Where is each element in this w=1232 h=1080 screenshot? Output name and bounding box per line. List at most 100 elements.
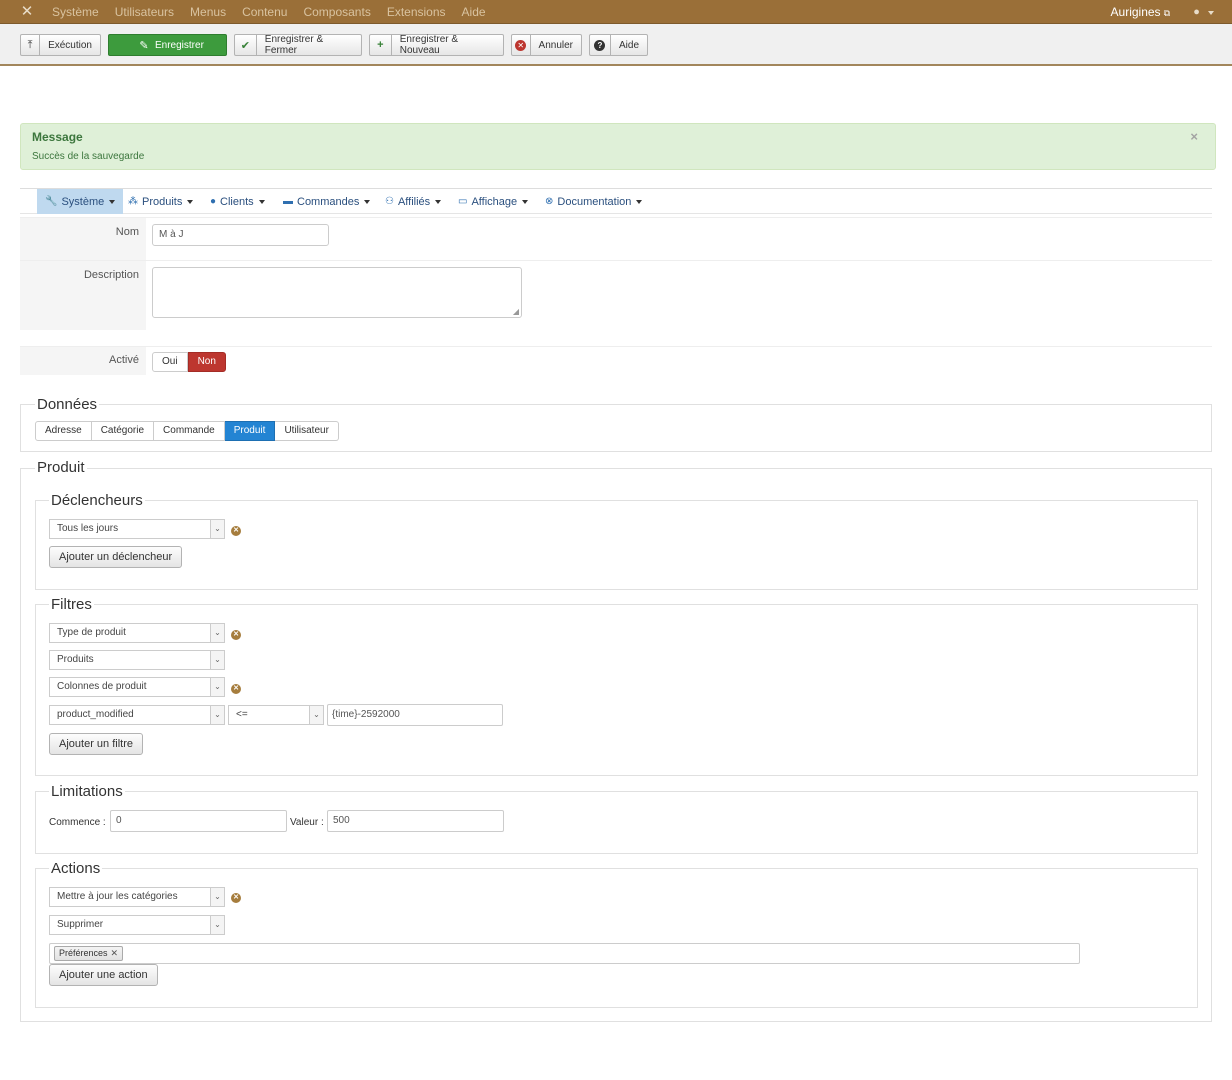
tab-address[interactable]: Adresse xyxy=(35,421,92,441)
chevron-down-icon xyxy=(258,199,265,204)
menu-help[interactable]: Aide xyxy=(462,0,486,24)
close-icon[interactable]: × xyxy=(1190,129,1198,144)
chevron-down-icon xyxy=(1208,11,1214,15)
start-input[interactable]: 0 xyxy=(110,810,287,832)
user-icon: ● xyxy=(210,196,217,207)
menu-menus[interactable]: Menus xyxy=(190,0,226,24)
active-yes-button[interactable]: Oui xyxy=(152,352,188,372)
triggers-fieldset xyxy=(35,500,1198,590)
tab-user[interactable]: Utilisateur xyxy=(275,421,339,441)
menu-content[interactable]: Contenu xyxy=(242,0,287,24)
menu-extensions[interactable]: Extensions xyxy=(387,0,446,24)
wrench-icon: 🔧 xyxy=(45,196,58,207)
chevron-down-icon xyxy=(435,199,442,204)
save-button[interactable]: ✎ Enregistrer xyxy=(108,34,227,56)
component-menu-orders[interactable]: ▬ Commandes xyxy=(275,189,378,214)
description-textarea[interactable]: ◢ xyxy=(152,267,522,318)
component-menu-label: Produits xyxy=(142,195,183,208)
save-close-label: Enregistrer & Fermer xyxy=(264,34,324,56)
action-tags-input[interactable]: Préférences ✕ xyxy=(49,943,1080,964)
save-new-button[interactable]: + Enregistrer & Nouveau xyxy=(369,34,504,56)
component-menu-documentation[interactable]: ⊗ Documentation xyxy=(537,189,650,214)
site-name: Aurigines xyxy=(1110,5,1161,19)
component-menu: 🔧 Système ⁂ Produits ● Clients ▬ Commandes ⚇… xyxy=(20,188,1212,214)
value-input[interactable]: 500 xyxy=(327,810,504,832)
component-menu-clients[interactable]: ● Clients xyxy=(202,189,273,214)
admin-navbar: ✕ Système Utilisateurs Menus Contenu Com… xyxy=(0,0,1232,24)
data-type-tabs: Adresse Catégorie Commande Produit Utili… xyxy=(35,421,339,441)
chevron-down-icon: ⌄ xyxy=(210,916,224,934)
admin-main-menu: Système Utilisateurs Menus Contenu Compo… xyxy=(52,0,502,24)
name-label: Nom xyxy=(20,218,146,260)
filter-operator-select[interactable]: <= ⌄ xyxy=(228,705,324,725)
filter-column-select[interactable]: product_modified ⌄ xyxy=(49,705,225,725)
credit-card-icon: ▬ xyxy=(283,196,293,207)
active-label: Activé xyxy=(20,347,146,375)
monitor-icon: ▭ xyxy=(458,196,468,207)
help-button[interactable]: ? Aide xyxy=(589,34,648,56)
add-trigger-button[interactable]: Ajouter un déclencheur xyxy=(49,546,183,568)
trigger-select[interactable]: Tous les jours ⌄ xyxy=(49,519,225,539)
joomla-logo-icon[interactable]: ✕ xyxy=(18,3,36,21)
action-select[interactable]: Mettre à jour les catégories ⌄ xyxy=(49,887,225,907)
menu-components[interactable]: Composants xyxy=(303,0,370,24)
filter-products-select[interactable]: Produits ⌄ xyxy=(49,650,225,670)
chevron-down-icon: ⌄ xyxy=(210,520,224,538)
site-link[interactable]: Aurigines ⧉ xyxy=(1111,0,1170,25)
component-menu-system[interactable]: 🔧 Système xyxy=(37,189,124,214)
user-icon: ● xyxy=(1193,6,1200,18)
chevron-down-icon: ⌄ xyxy=(210,888,224,906)
chevron-down-icon xyxy=(187,199,194,204)
edit-icon: ✎ xyxy=(139,39,149,52)
active-no-button[interactable]: Non xyxy=(187,352,226,372)
add-filter-button[interactable]: Ajouter un filtre xyxy=(49,733,143,755)
remove-filter-icon[interactable]: ✕ xyxy=(231,684,241,694)
chevron-down-icon xyxy=(636,199,643,204)
check-icon: ✔ xyxy=(235,35,257,55)
name-input[interactable]: M à J xyxy=(152,224,329,246)
chevron-down-icon: ⌄ xyxy=(210,624,224,642)
trigger-select-value: Tous les jours xyxy=(57,523,119,534)
component-menu-affiliates[interactable]: ⚇ Affiliés xyxy=(377,189,449,214)
tab-category[interactable]: Catégorie xyxy=(91,421,155,441)
filter-value-input[interactable]: {time}-2592000 xyxy=(327,704,503,726)
success-message: Message Succès de la sauvegarde × xyxy=(20,123,1216,170)
add-action-button[interactable]: Ajouter une action xyxy=(49,964,158,986)
cubes-icon: ⁂ xyxy=(128,196,138,207)
filter-columns-value: Colonnes de produit xyxy=(57,681,147,692)
execute-button[interactable]: ⤒ Exécution xyxy=(20,34,101,56)
component-menu-products[interactable]: ⁂ Produits xyxy=(120,189,201,214)
tab-product[interactable]: Produit xyxy=(224,421,276,441)
save-close-button[interactable]: ✔ Enregistrer & Fermer xyxy=(234,34,362,56)
filter-type-value: Type de produit xyxy=(57,627,126,638)
filter-columns-select[interactable]: Colonnes de produit ⌄ xyxy=(49,677,225,697)
remove-trigger-icon[interactable]: ✕ xyxy=(231,526,241,536)
resize-grip-icon[interactable]: ◢ xyxy=(513,307,519,316)
remove-filter-icon[interactable]: ✕ xyxy=(231,630,241,640)
chevron-down-icon xyxy=(522,199,529,204)
component-menu-label: Affiliés xyxy=(397,195,431,208)
chevron-down-icon: ⌄ xyxy=(210,678,224,696)
users-icon: ⚇ xyxy=(385,196,394,207)
remove-action-icon[interactable]: ✕ xyxy=(231,893,241,903)
active-toggle: Oui Non xyxy=(152,352,226,372)
plus-icon: + xyxy=(370,35,392,55)
filter-operator-value: <= xyxy=(236,709,248,720)
component-menu-display[interactable]: ▭ Affichage xyxy=(450,189,536,214)
row-divider xyxy=(20,260,1212,261)
action-operation-select[interactable]: Supprimer ⌄ xyxy=(49,915,225,935)
filter-type-select[interactable]: Type de produit ⌄ xyxy=(49,623,225,643)
tab-order[interactable]: Commande xyxy=(154,421,225,441)
user-menu[interactable]: ● xyxy=(1193,0,1214,24)
cancel-button[interactable]: ✕ Annuler xyxy=(511,34,582,56)
message-text: Succès de la sauvegarde xyxy=(32,151,145,162)
limits-legend: Limitations xyxy=(49,783,125,800)
menu-users[interactable]: Utilisateurs xyxy=(115,0,174,24)
row-divider xyxy=(20,346,1212,347)
tag-chip: Préférences ✕ xyxy=(54,946,124,961)
menu-system[interactable]: Système xyxy=(52,0,99,24)
remove-tag-icon[interactable]: ✕ xyxy=(111,948,119,958)
cancel-icon: ✕ xyxy=(512,35,531,55)
component-menu-label: Système xyxy=(61,195,105,208)
save-new-label: Enregistrer & Nouveau xyxy=(399,34,459,56)
